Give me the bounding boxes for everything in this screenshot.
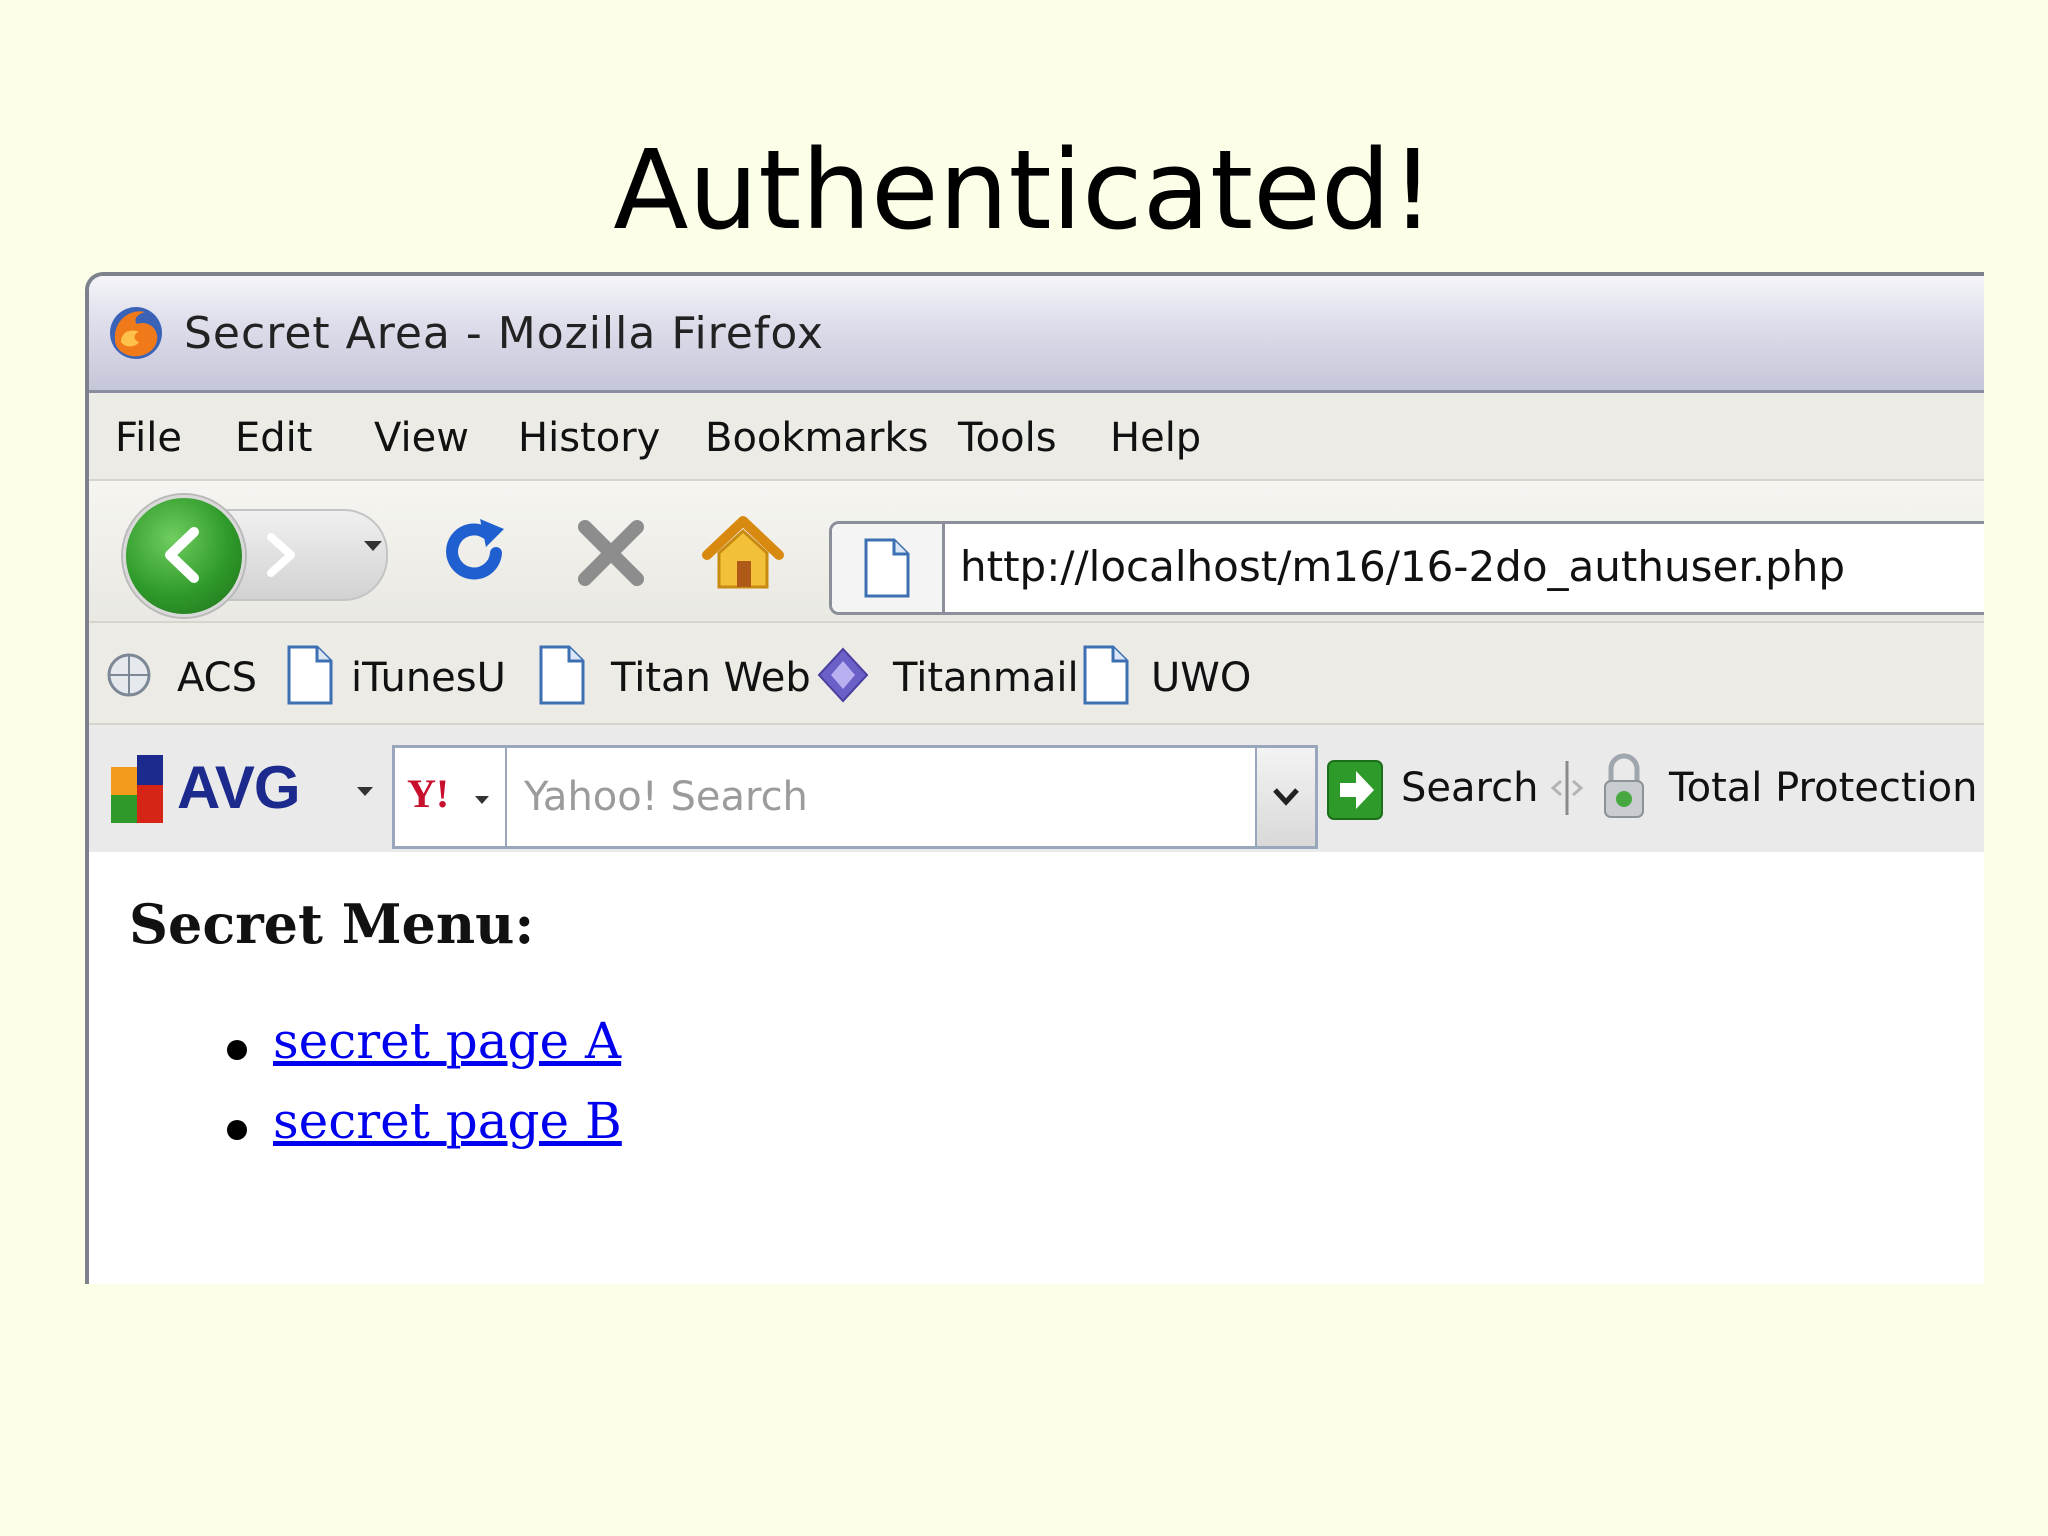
menu-edit[interactable]: Edit xyxy=(235,415,312,461)
url-text[interactable]: http://localhost/m16/16-2do_authuser.php xyxy=(960,542,1845,591)
bookmark-label: UWO xyxy=(1151,655,1252,701)
browser-window: Secret Area - Mozilla Firefox File Edit … xyxy=(85,272,1984,1284)
bookmark-label: iTunesU xyxy=(351,655,506,701)
menu-history[interactable]: History xyxy=(518,415,660,461)
bookmarks-toolbar: ACS iTunesU Titan Web Titanmail UWO xyxy=(89,623,1984,725)
chevron-down-icon xyxy=(1273,788,1299,806)
list-item: secret page A xyxy=(129,1012,622,1092)
page-identity-box[interactable] xyxy=(832,524,945,612)
search-go-icon[interactable] xyxy=(1326,759,1384,821)
stop-icon[interactable] xyxy=(569,511,653,595)
page-icon xyxy=(1083,645,1129,705)
bookmark-itunesu[interactable]: iTunesU xyxy=(285,645,506,705)
lock-icon xyxy=(1604,753,1644,818)
secret-page-b-link[interactable]: secret page B xyxy=(273,1092,622,1150)
menu-file[interactable]: File xyxy=(115,415,182,461)
search-engine-selector[interactable]: Y! xyxy=(395,748,507,846)
home-icon[interactable] xyxy=(701,511,785,595)
menu-view[interactable]: View xyxy=(374,415,469,461)
window-title: Secret Area - Mozilla Firefox xyxy=(184,308,824,359)
back-button[interactable] xyxy=(123,495,245,617)
secret-page-a-link[interactable]: secret page A xyxy=(273,1012,621,1070)
navigation-toolbar: http://localhost/m16/16-2do_authuser.php xyxy=(89,481,1984,623)
bookmark-titan-web[interactable]: Titan Web xyxy=(537,645,811,705)
bookmark-label: Titanmail xyxy=(893,655,1079,701)
yahoo-search-box[interactable]: Y! xyxy=(392,745,1318,849)
search-history-dropdown[interactable] xyxy=(1255,748,1315,846)
history-dropdown-icon[interactable] xyxy=(364,541,382,551)
chevron-down-icon xyxy=(475,796,489,804)
url-bar[interactable]: http://localhost/m16/16-2do_authuser.php xyxy=(829,521,1984,615)
yahoo-logo: Y! xyxy=(407,771,450,816)
bookmark-label: Titan Web xyxy=(611,655,811,701)
bookmark-label: ACS xyxy=(177,655,257,701)
page-content: Secret Menu: secret page A secret page B xyxy=(89,852,1984,1284)
bookmark-uwo[interactable]: UWO xyxy=(1081,645,1261,705)
menu-bookmarks[interactable]: Bookmarks xyxy=(705,415,928,461)
avg-toolbar: AVG Y! Search xyxy=(89,725,1984,852)
slide-title: Authenticated! xyxy=(613,126,1435,254)
page-icon xyxy=(287,645,333,705)
avg-dropdown-icon[interactable] xyxy=(357,787,373,796)
total-protection-button[interactable]: Total Protection xyxy=(1669,765,1978,811)
bullet-icon xyxy=(227,1120,247,1140)
separator-icon xyxy=(1550,761,1584,815)
page-icon xyxy=(539,645,585,705)
list-item: secret page B xyxy=(129,1092,622,1172)
bookmark-acs[interactable]: ACS xyxy=(105,645,257,705)
avg-logo-icon xyxy=(111,755,163,823)
menu-help[interactable]: Help xyxy=(1110,415,1201,461)
globe-icon xyxy=(107,653,151,697)
back-arrow-icon xyxy=(165,527,199,583)
search-input[interactable] xyxy=(510,748,1238,846)
avg-label[interactable]: AVG xyxy=(177,753,301,822)
bookmark-titanmail[interactable]: Titanmail xyxy=(817,645,1079,705)
menu-bar: File Edit View History Bookmarks Tools H… xyxy=(89,393,1984,481)
titanmail-icon xyxy=(817,647,869,703)
firefox-icon xyxy=(110,307,162,359)
forward-arrow-icon xyxy=(267,533,295,577)
page-icon xyxy=(864,538,910,598)
bullet-icon xyxy=(227,1040,247,1060)
menu-tools[interactable]: Tools xyxy=(958,415,1057,461)
secret-menu-list: secret page A secret page B xyxy=(129,1012,622,1172)
reload-icon[interactable] xyxy=(434,511,518,595)
search-button[interactable]: Search xyxy=(1401,765,1538,811)
secret-menu-heading: Secret Menu: xyxy=(129,892,535,956)
title-bar: Secret Area - Mozilla Firefox xyxy=(89,276,1984,393)
